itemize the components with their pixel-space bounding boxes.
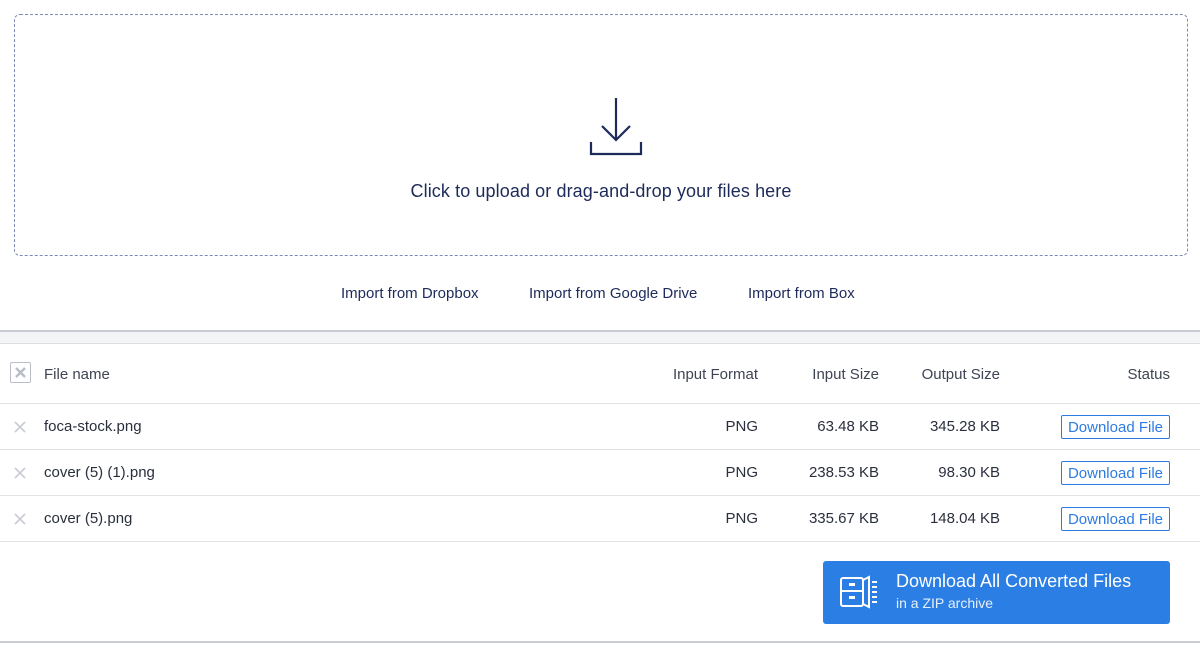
upload-prompt: Click to upload or drag-and-drop your fi…	[410, 181, 792, 201]
download-all-title: Download All Converted Files	[896, 571, 1132, 591]
bottom-divider	[0, 641, 1200, 643]
remove-file-icon[interactable]	[13, 420, 27, 434]
remove-file-icon[interactable]	[13, 466, 27, 480]
remove-file-icon[interactable]	[13, 512, 27, 526]
header-input-format: Input Format	[672, 366, 758, 383]
input-size: 63.48 KB	[817, 418, 879, 435]
input-format: PNG	[725, 464, 758, 481]
upload-dropzone[interactable]: Click to upload or drag-and-drop your fi…	[14, 14, 1188, 256]
header-file-name: File name	[44, 366, 110, 383]
import-links: Import from Dropbox Import from Google D…	[0, 285, 1200, 305]
download-tray-icon	[589, 98, 643, 156]
import-box-link[interactable]: Import from Box	[748, 285, 855, 302]
header-output-size: Output Size	[921, 366, 1000, 383]
zip-archive-icon	[840, 575, 877, 609]
table-row: foca-stock.png PNG 63.48 KB 345.28 KB Do…	[0, 404, 1200, 450]
table-row: cover (5) (1).png PNG 238.53 KB 98.30 KB…	[0, 450, 1200, 496]
input-size: 238.53 KB	[808, 464, 879, 481]
output-size: 98.30 KB	[938, 464, 1000, 481]
file-table: File name Input Format Input Size Output…	[0, 344, 1200, 542]
input-size: 335.67 KB	[808, 510, 879, 527]
file-name: cover (5).png	[44, 510, 133, 527]
import-google-drive-link[interactable]: Import from Google Drive	[529, 285, 697, 302]
close-icon	[15, 367, 26, 378]
table-row: cover (5).png PNG 335.67 KB 148.04 KB Do…	[0, 496, 1200, 542]
file-name: foca-stock.png	[44, 418, 142, 435]
download-file-button[interactable]: Download File	[1060, 507, 1170, 531]
download-file-button[interactable]: Download File	[1060, 461, 1170, 485]
output-size: 345.28 KB	[929, 418, 1000, 435]
import-dropbox-link[interactable]: Import from Dropbox	[341, 285, 479, 302]
download-all-zip-button[interactable]: Download All Converted Files in a ZIP ar…	[823, 561, 1170, 624]
download-all-subtitle: in a ZIP archive	[896, 595, 994, 611]
header-input-size: Input Size	[812, 366, 879, 383]
download-file-button[interactable]: Download File	[1060, 415, 1170, 439]
table-header: File name Input Format Input Size Output…	[0, 344, 1200, 404]
clear-all-checkbox[interactable]	[10, 362, 31, 383]
input-format: PNG	[725, 510, 758, 527]
input-format: PNG	[725, 418, 758, 435]
section-gap	[0, 332, 1200, 343]
output-size: 148.04 KB	[929, 510, 1000, 527]
header-status: Status	[1127, 366, 1170, 383]
file-name: cover (5) (1).png	[44, 464, 155, 481]
